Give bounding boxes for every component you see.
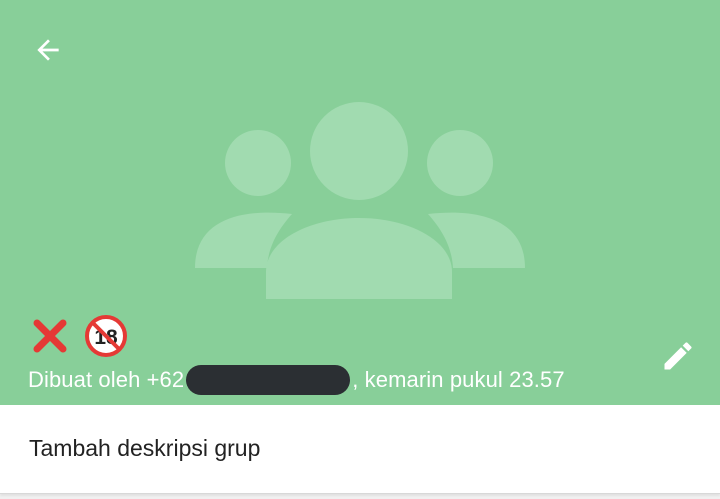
pencil-icon bbox=[664, 342, 692, 370]
edit-group-button[interactable] bbox=[652, 332, 704, 380]
no-one-under-eighteen-icon: 18 bbox=[84, 314, 128, 358]
group-created-info: Dibuat oleh +62 , kemarin pukul 23.57 bbox=[28, 364, 565, 396]
redacted-phone-number bbox=[186, 365, 351, 395]
group-description-placeholder: Tambah deskripsi grup bbox=[29, 435, 261, 461]
arrow-left-icon bbox=[37, 39, 59, 61]
group-name-emojis: 18 bbox=[28, 314, 128, 358]
group-info-header: 18 Dibuat oleh +62 , kemarin pukul 23.57 bbox=[0, 0, 720, 405]
created-time: , kemarin pukul 23.57 bbox=[352, 367, 565, 392]
back-button[interactable] bbox=[22, 24, 74, 76]
created-by-prefix: Dibuat oleh +62 bbox=[28, 367, 185, 392]
group-icon bbox=[195, 102, 525, 299]
group-description-field[interactable]: Tambah deskripsi grup bbox=[0, 405, 720, 494]
cross-mark-icon bbox=[28, 314, 72, 358]
